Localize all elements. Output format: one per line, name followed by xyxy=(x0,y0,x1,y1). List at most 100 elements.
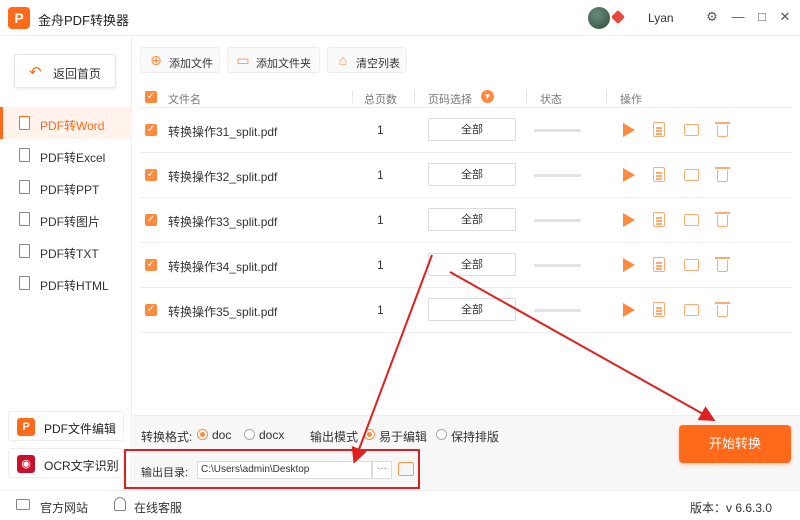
format-doc-radio[interactable] xyxy=(197,429,208,440)
version-text: 版本：v 6.6.3.0 xyxy=(690,501,773,515)
mode-keep-layout-radio[interactable] xyxy=(436,429,447,440)
clear-list-button[interactable]: ⌂ 清空列表 xyxy=(327,47,407,73)
table-row[interactable]: ✓ 转换操作32_split.pdf 1 全部 xyxy=(140,153,792,198)
row-checkbox[interactable]: ✓ xyxy=(145,214,157,226)
select-all-checkbox[interactable]: ✓ xyxy=(145,91,157,103)
file-name: 转换操作35_split.pdf xyxy=(168,305,278,319)
play-icon[interactable] xyxy=(623,258,635,272)
progress-bar xyxy=(534,174,581,177)
mode-editable-label[interactable]: 易于编辑 xyxy=(379,428,427,445)
folder-icon[interactable] xyxy=(684,259,699,271)
support-link[interactable]: 在线客服 xyxy=(134,499,182,516)
page-count: 1 xyxy=(377,123,384,137)
status-bar: 官方网站 在线客服 版本：v 6.6.3.0 xyxy=(0,490,800,520)
delete-icon[interactable] xyxy=(715,212,730,227)
back-arrow-icon: ↶ xyxy=(29,64,42,81)
document-icon xyxy=(19,276,30,290)
row-checkbox[interactable]: ✓ xyxy=(145,124,157,136)
home-button-label: 返回首页 xyxy=(53,67,102,81)
add-folder-button[interactable]: ▭ 添加文件夹 xyxy=(227,47,320,73)
page-range-input[interactable]: 全部 xyxy=(428,298,516,321)
vip-badge-icon xyxy=(610,9,626,25)
browse-button[interactable]: ··· xyxy=(372,461,392,479)
header-divider xyxy=(352,90,353,103)
format-docx-label[interactable]: docx xyxy=(259,428,284,442)
preview-icon[interactable] xyxy=(653,122,665,137)
minimize-button[interactable]: — xyxy=(730,9,746,25)
delete-icon[interactable] xyxy=(715,302,730,317)
header-divider xyxy=(414,90,415,103)
delete-icon[interactable] xyxy=(715,122,730,137)
preview-icon[interactable] xyxy=(653,212,665,227)
play-icon[interactable] xyxy=(623,213,635,227)
page-range-input[interactable]: 全部 xyxy=(428,118,516,141)
sidebar-item-pdf-to-html[interactable]: PDF转HTML xyxy=(0,267,132,299)
username[interactable]: Lyan xyxy=(648,11,674,25)
format-label: 转换格式: xyxy=(141,430,193,444)
play-icon[interactable] xyxy=(623,168,635,182)
play-icon[interactable] xyxy=(623,303,635,317)
page-range-input[interactable]: 全部 xyxy=(428,208,516,231)
page-range-input[interactable]: 全部 xyxy=(428,253,516,276)
table-row[interactable]: ✓ 转换操作34_split.pdf 1 全部 xyxy=(140,243,792,288)
page-count: 1 xyxy=(377,303,384,317)
row-checkbox[interactable]: ✓ xyxy=(145,259,157,271)
output-label: 输出目录: xyxy=(141,467,189,479)
delete-icon[interactable] xyxy=(715,257,730,272)
preview-icon[interactable] xyxy=(653,257,665,272)
header-pages: 总页数 xyxy=(364,94,397,106)
close-button[interactable]: ✕ xyxy=(777,9,793,25)
add-icon: ⊕ xyxy=(150,52,162,68)
folder-icon[interactable] xyxy=(684,214,699,226)
folder-icon[interactable] xyxy=(684,124,699,136)
monitor-icon xyxy=(16,499,30,510)
page-range-input[interactable]: 全部 xyxy=(428,163,516,186)
row-checkbox[interactable]: ✓ xyxy=(145,304,157,316)
format-doc-label[interactable]: doc xyxy=(212,428,231,442)
add-file-button[interactable]: ⊕ 添加文件 xyxy=(140,47,220,73)
sidebar-item-pdf-to-ppt[interactable]: PDF转PPT xyxy=(0,171,132,203)
folder-icon[interactable] xyxy=(684,169,699,181)
document-icon xyxy=(19,148,30,162)
sidebar-item-label: PDF转图片 xyxy=(40,215,101,229)
table-row[interactable]: ✓ 转换操作33_split.pdf 1 全部 xyxy=(140,198,792,243)
range-dropdown-icon[interactable]: ▼ xyxy=(481,90,494,103)
header-range: 页码选择 xyxy=(428,94,472,106)
header-status: 状态 xyxy=(540,94,562,106)
settings-icon[interactable]: ⚙ xyxy=(704,9,720,25)
page-count: 1 xyxy=(377,168,384,182)
document-icon xyxy=(19,180,30,194)
progress-bar xyxy=(534,219,581,222)
add-folder-label: 添加文件夹 xyxy=(256,58,311,70)
website-link[interactable]: 官方网站 xyxy=(40,499,88,516)
delete-icon[interactable] xyxy=(715,167,730,182)
maximize-button[interactable]: □ xyxy=(754,9,770,25)
row-checkbox[interactable]: ✓ xyxy=(145,169,157,181)
home-button[interactable]: ↶ 返回首页 xyxy=(14,54,116,88)
output-path-field[interactable]: C:\Users\admin\Desktop xyxy=(197,461,372,479)
sidebar-item-pdf-to-image[interactable]: PDF转图片 xyxy=(0,203,132,235)
file-name: 转换操作33_split.pdf xyxy=(168,215,278,229)
preview-icon[interactable] xyxy=(653,167,665,182)
sidebar-item-pdf-to-excel[interactable]: PDF转Excel xyxy=(0,139,132,171)
preview-icon[interactable] xyxy=(653,302,665,317)
start-convert-button[interactable]: 开始转换 xyxy=(679,425,791,463)
table-row[interactable]: ✓ 转换操作35_split.pdf 1 全部 xyxy=(140,288,792,333)
table-row[interactable]: ✓ 转换操作31_split.pdf 1 全部 xyxy=(140,108,792,153)
user-avatar[interactable] xyxy=(588,7,610,29)
sidebar-item-pdf-to-txt[interactable]: PDF转TXT xyxy=(0,235,132,267)
app-title: 金舟PDF转换器 xyxy=(38,13,130,28)
ocr-button[interactable]: ◉ OCR文字识别 xyxy=(8,448,124,478)
app-logo-icon: P xyxy=(8,7,30,29)
play-icon[interactable] xyxy=(623,123,635,137)
header-divider xyxy=(606,90,607,103)
mode-keep-layout-label[interactable]: 保持排版 xyxy=(451,428,499,445)
folder-icon[interactable] xyxy=(684,304,699,316)
format-docx-radio[interactable] xyxy=(244,429,255,440)
ocr-label: OCR文字识别 xyxy=(44,459,119,473)
clear-list-label: 清空列表 xyxy=(356,58,400,70)
mode-editable-radio[interactable] xyxy=(364,429,375,440)
sidebar-item-pdf-to-word[interactable]: PDF转Word xyxy=(0,107,132,139)
pdf-edit-button[interactable]: P PDF文件编辑 xyxy=(8,411,124,441)
open-folder-icon[interactable] xyxy=(398,462,414,476)
